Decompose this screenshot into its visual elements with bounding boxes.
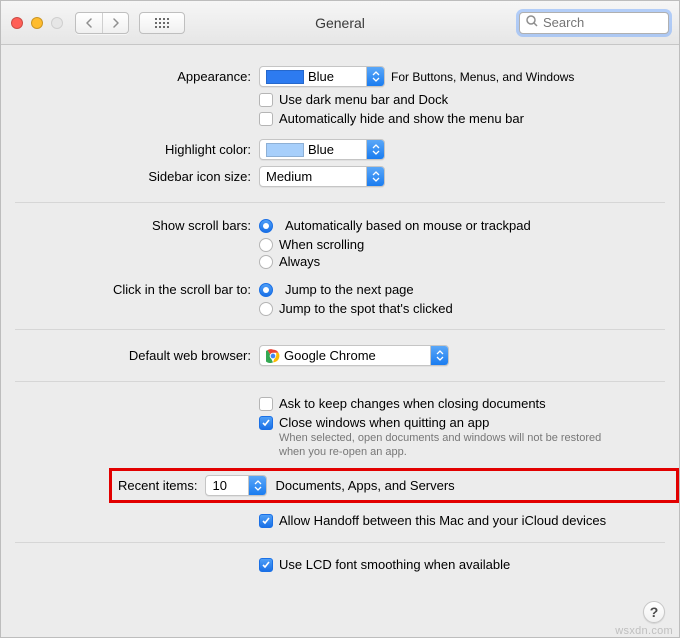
dropdown-arrows-icon bbox=[366, 67, 384, 86]
scrollbars-scrolling-label: When scrolling bbox=[279, 237, 364, 252]
highlight-swatch bbox=[266, 143, 304, 157]
dropdown-arrows-icon bbox=[430, 346, 448, 365]
highlight-value: Blue bbox=[308, 142, 338, 157]
close-windows-hint2: when you re-open an app. bbox=[279, 446, 601, 458]
scrollbars-auto-radio[interactable] bbox=[259, 219, 273, 233]
help-button[interactable]: ? bbox=[643, 601, 665, 623]
watermark-text: wsxdn.com bbox=[615, 625, 673, 637]
appearance-select[interactable]: Blue bbox=[259, 66, 385, 87]
browser-label: Default web browser: bbox=[1, 348, 259, 363]
recent-items-highlight: Recent items: 10 Documents, Apps, and Se… bbox=[109, 468, 679, 503]
clickbar-spot-radio[interactable] bbox=[259, 302, 273, 316]
search-input[interactable] bbox=[543, 15, 662, 30]
minimize-window-button[interactable] bbox=[31, 17, 43, 29]
search-icon bbox=[526, 15, 543, 30]
back-button[interactable] bbox=[76, 13, 102, 33]
highlight-label: Highlight color: bbox=[1, 142, 259, 157]
dropdown-arrows-icon bbox=[366, 167, 384, 186]
separator bbox=[15, 202, 665, 203]
dark-menu-label: Use dark menu bar and Dock bbox=[279, 92, 448, 107]
separator bbox=[15, 381, 665, 382]
preferences-body: Appearance: Blue For Buttons, Menus, and… bbox=[1, 45, 679, 637]
clickbar-spot-label: Jump to the spot that's clicked bbox=[279, 301, 453, 316]
lcd-smoothing-checkbox[interactable] bbox=[259, 558, 273, 572]
appearance-label: Appearance: bbox=[1, 69, 259, 84]
lcd-smoothing-label: Use LCD font smoothing when available bbox=[279, 557, 510, 572]
highlight-select[interactable]: Blue bbox=[259, 139, 385, 160]
dropdown-arrows-icon bbox=[366, 140, 384, 159]
scrollbars-scrolling-radio[interactable] bbox=[259, 238, 273, 252]
ask-changes-label: Ask to keep changes when closing documen… bbox=[279, 396, 546, 411]
recent-items-label: Recent items: bbox=[118, 478, 197, 493]
search-field[interactable] bbox=[519, 12, 669, 34]
auto-hide-label: Automatically hide and show the menu bar bbox=[279, 111, 524, 126]
show-all-button[interactable] bbox=[139, 12, 185, 34]
sidebar-size-value: Medium bbox=[266, 169, 316, 184]
handoff-checkbox[interactable] bbox=[259, 514, 273, 528]
appearance-value: Blue bbox=[308, 69, 338, 84]
clickbar-label: Click in the scroll bar to: bbox=[1, 282, 259, 297]
sidebar-size-select[interactable]: Medium bbox=[259, 166, 385, 187]
recent-items-suffix: Documents, Apps, and Servers bbox=[275, 478, 454, 493]
separator bbox=[15, 329, 665, 330]
separator bbox=[15, 542, 665, 543]
appearance-hint: For Buttons, Menus, and Windows bbox=[391, 70, 574, 84]
scrollbars-label: Show scroll bars: bbox=[1, 218, 259, 233]
window-toolbar: General bbox=[1, 1, 679, 45]
recent-items-select[interactable]: 10 bbox=[205, 475, 267, 496]
browser-select[interactable]: Google Chrome bbox=[259, 345, 449, 366]
general-preferences-window: General Appearance: Blue bbox=[0, 0, 680, 638]
clickbar-next-radio[interactable] bbox=[259, 283, 273, 297]
scrollbars-always-radio[interactable] bbox=[259, 255, 273, 269]
browser-value: Google Chrome bbox=[284, 348, 380, 363]
scrollbars-auto-label: Automatically based on mouse or trackpad bbox=[285, 218, 531, 233]
clickbar-next-label: Jump to the next page bbox=[285, 282, 414, 297]
recent-items-value: 10 bbox=[212, 478, 230, 493]
ask-changes-checkbox[interactable] bbox=[259, 397, 273, 411]
nav-back-forward bbox=[75, 12, 129, 34]
close-window-button[interactable] bbox=[11, 17, 23, 29]
zoom-window-button[interactable] bbox=[51, 17, 63, 29]
dark-menu-checkbox[interactable] bbox=[259, 93, 273, 107]
dropdown-arrows-icon bbox=[248, 476, 266, 495]
chrome-icon bbox=[266, 349, 280, 363]
sidebar-size-label: Sidebar icon size: bbox=[1, 169, 259, 184]
forward-button[interactable] bbox=[102, 13, 128, 33]
auto-hide-checkbox[interactable] bbox=[259, 112, 273, 126]
scrollbars-always-label: Always bbox=[279, 254, 320, 269]
close-windows-checkbox[interactable] bbox=[259, 416, 273, 430]
close-windows-label: Close windows when quitting an app bbox=[279, 415, 601, 430]
window-controls bbox=[11, 17, 63, 29]
handoff-label: Allow Handoff between this Mac and your … bbox=[279, 513, 606, 528]
close-windows-hint1: When selected, open documents and window… bbox=[279, 432, 601, 444]
appearance-swatch bbox=[266, 70, 304, 84]
